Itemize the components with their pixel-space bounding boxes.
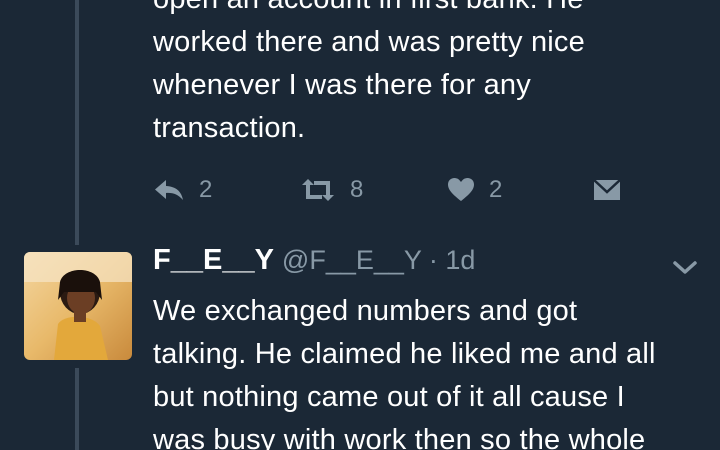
tweet-action-bar: 2 8 2 <box>153 172 633 208</box>
thread-connector-line <box>75 368 79 450</box>
tweet-text-line: whenever I was there for any <box>153 69 531 101</box>
tweet-text-line: was busy with work then so the whole <box>153 424 646 450</box>
thread-connector-line <box>75 0 79 245</box>
chevron-down-icon <box>672 261 698 282</box>
reply-button[interactable]: 2 <box>153 172 212 208</box>
retweet-icon <box>300 177 336 203</box>
tweet-header: F__E__Y @F__E__Y · 1d <box>153 244 475 286</box>
avatar[interactable] <box>24 252 132 360</box>
like-button[interactable]: 2 <box>447 172 502 208</box>
retweet-count: 8 <box>350 176 364 203</box>
retweet-button[interactable]: 8 <box>300 172 363 208</box>
like-count: 2 <box>489 176 503 203</box>
tweet-menu-button[interactable] <box>672 258 698 278</box>
tweet-text-line: talking. He claimed he liked me and all <box>153 338 656 370</box>
tweet-text-line: worked there and was pretty nice <box>153 26 585 58</box>
tweet-text-line: but nothing came out of it all cause I <box>153 381 625 413</box>
heart-icon <box>447 177 475 203</box>
username-timestamp[interactable]: @F__E__Y · 1d <box>282 245 476 276</box>
reply-count: 2 <box>199 176 213 203</box>
direct-message-button[interactable] <box>593 172 621 208</box>
tweet-text-line: We exchanged numbers and got <box>153 295 578 327</box>
tweet-thread-view: open an account in first bank. He worked… <box>0 0 720 450</box>
tweet-text: open an account in first bank. He worked… <box>153 0 698 150</box>
display-name[interactable]: F__E__Y <box>153 244 274 277</box>
tweet-text: We exchanged numbers and got talking. He… <box>153 290 698 450</box>
reply-icon <box>153 177 185 203</box>
envelope-icon <box>593 178 621 202</box>
tweet-text-line: transaction. <box>153 112 306 144</box>
tweet-text-line: open an account in first bank. He <box>153 0 698 21</box>
